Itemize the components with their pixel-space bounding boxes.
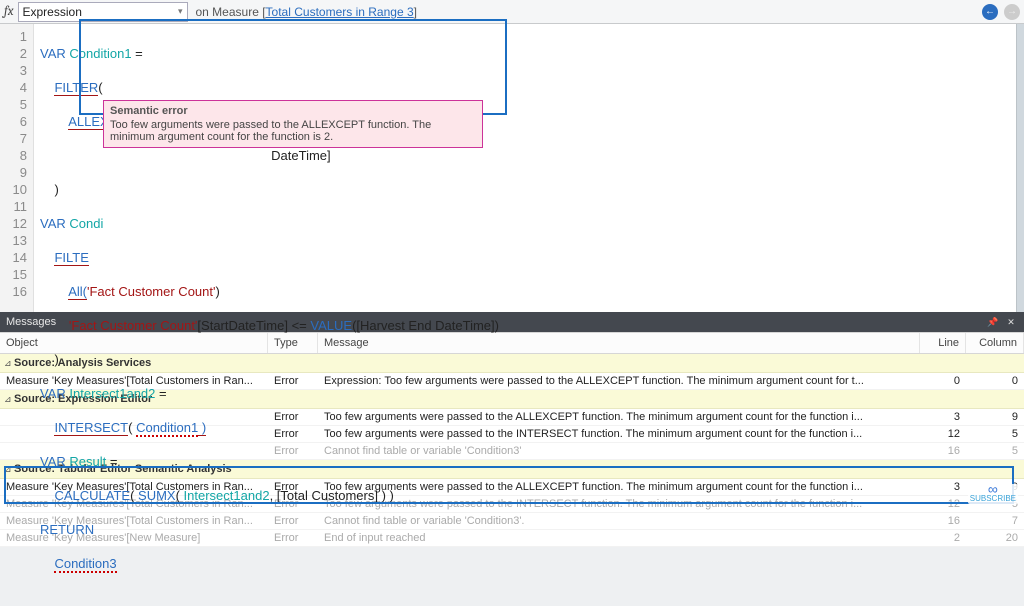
code-editor[interactable]: 12345678910111213141516 VAR Condition1 =… bbox=[0, 24, 1024, 312]
error-tooltip: Semantic error Too few arguments were pa… bbox=[103, 100, 483, 148]
expression-bar: fx Expression ▾ on Measure [Total Custom… bbox=[0, 0, 1024, 24]
editor-minimap bbox=[1016, 24, 1024, 312]
subscribe-badge[interactable]: ∞ SUBSCRIBE bbox=[968, 484, 1018, 504]
expression-dropdown[interactable]: Expression ▾ bbox=[18, 2, 188, 22]
chevron-down-icon: ▾ bbox=[178, 6, 183, 17]
nav-forward-button: → bbox=[1004, 4, 1020, 20]
code-area[interactable]: VAR Condition1 = FILTER( ALLEXCEPT('Fact… bbox=[34, 24, 1024, 312]
nav-back-button[interactable]: ← bbox=[982, 4, 998, 20]
measure-link[interactable]: Total Customers in Range 3 bbox=[266, 5, 414, 19]
dropdown-value: Expression bbox=[23, 5, 82, 19]
line-gutter: 12345678910111213141516 bbox=[0, 24, 34, 312]
fx-label: fx bbox=[4, 4, 14, 19]
context-label: on Measure [Total Customers in Range 3] bbox=[196, 5, 417, 19]
